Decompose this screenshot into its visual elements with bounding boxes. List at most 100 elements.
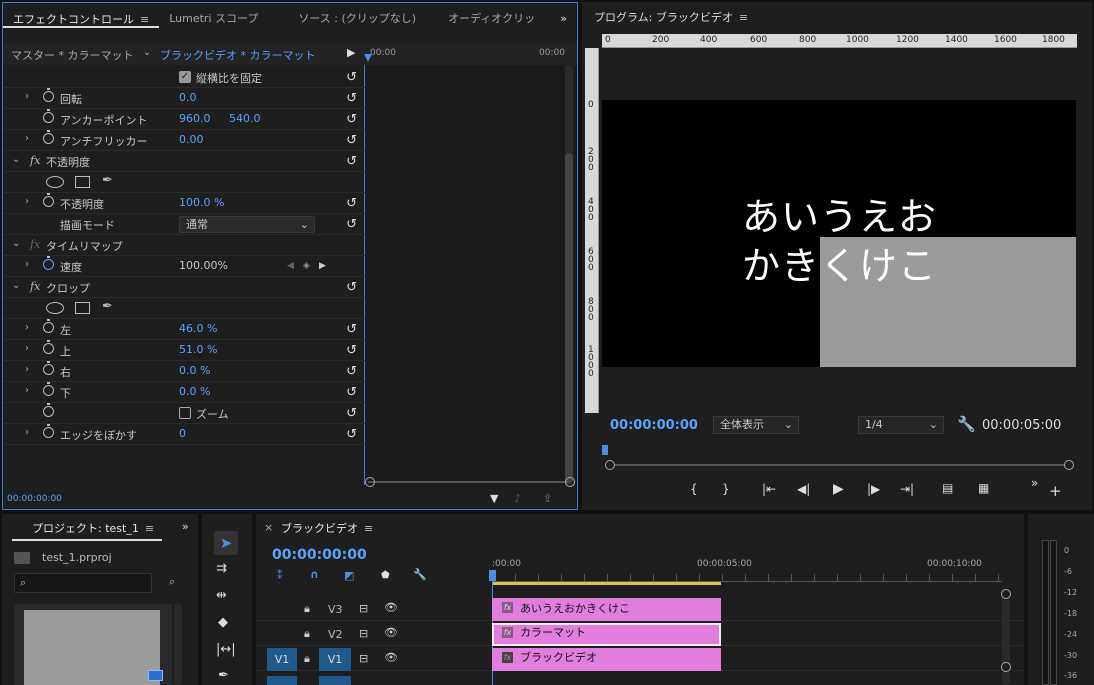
go-to-in-icon[interactable]: |⇤: [762, 482, 776, 496]
playhead-marker-icon[interactable]: [364, 54, 372, 62]
collapse-chevron-icon[interactable]: ⌄: [12, 280, 20, 291]
opacity-section-row[interactable]: ⌄ fx 不透明度 ↺: [3, 151, 365, 172]
expand-chevron-icon[interactable]: ›: [25, 322, 29, 333]
more-tabs-icon[interactable]: »: [550, 12, 577, 25]
expand-chevron-icon[interactable]: ›: [25, 91, 29, 102]
panel-menu-icon[interactable]: ≡: [140, 13, 149, 26]
lock-icon[interactable]: 🔒︎: [304, 602, 310, 616]
ripple-edit-tool-icon[interactable]: ⇹: [216, 588, 227, 603]
more-tabs-icon[interactable]: »: [182, 520, 189, 533]
expand-chevron-icon[interactable]: ›: [25, 343, 29, 354]
effect-controls-timecode[interactable]: 00:00:00:00: [7, 494, 62, 504]
reset-icon[interactable]: ↺: [346, 322, 357, 337]
track-label-v2[interactable]: V2: [328, 628, 343, 641]
sync-lock-icon[interactable]: ⊟: [359, 652, 368, 665]
selection-tool-icon[interactable]: ➤: [214, 531, 238, 555]
expand-chevron-icon[interactable]: ›: [25, 133, 29, 144]
mini-zoom-bar[interactable]: [368, 481, 568, 489]
track-select-tool-icon[interactable]: ⇉: [216, 561, 227, 576]
stopwatch-icon[interactable]: [43, 340, 54, 354]
slip-tool-icon[interactable]: |↔|: [216, 642, 236, 657]
blend-mode-select[interactable]: 通常 ⌄: [179, 216, 315, 233]
source-patch-a1[interactable]: [267, 676, 297, 685]
tab-audio-clip[interactable]: オーディオクリッ: [438, 10, 545, 26]
clip-color-matte[interactable]: fx カラーマット: [492, 623, 721, 646]
timeline-settings-icon[interactable]: 🔧: [413, 568, 427, 581]
crop-bottom-value[interactable]: 0.0 %: [179, 385, 210, 398]
timeline-tab[interactable]: ブラックビデオ ≡: [281, 520, 373, 536]
scrollbar-thumb[interactable]: [565, 153, 573, 483]
lock-icon[interactable]: 🔒︎: [304, 627, 310, 641]
track-a1-target[interactable]: [319, 676, 351, 685]
button-editor-plus-icon[interactable]: +: [1049, 482, 1062, 500]
vscroll-handle-bottom[interactable]: [1001, 662, 1011, 672]
stopwatch-icon[interactable]: [43, 382, 54, 396]
next-keyframe-icon[interactable]: ▶: [319, 261, 326, 271]
fx-icon[interactable]: fx: [30, 280, 40, 293]
program-scrub-bar[interactable]: [610, 464, 1070, 466]
tab-effect-controls[interactable]: エフェクトコントロール ≡: [3, 8, 160, 28]
ellipse-mask-icon[interactable]: [46, 302, 64, 314]
eye-icon[interactable]: 👁︎: [384, 651, 398, 664]
collapse-chevron-icon[interactable]: ⌄: [12, 238, 20, 249]
reset-icon[interactable]: ↺: [346, 343, 357, 358]
overwrite-icon[interactable]: ▦: [978, 481, 989, 495]
wrench-icon[interactable]: 🔧: [957, 415, 976, 433]
reset-icon[interactable]: ↺: [346, 70, 357, 85]
rotation-value[interactable]: 0.0: [179, 91, 197, 104]
go-to-out-icon[interactable]: ⇥|: [900, 482, 914, 496]
fit-select[interactable]: 全体表示 ⌄: [713, 416, 799, 434]
panel-menu-icon[interactable]: ≡: [145, 522, 154, 535]
collapse-chevron-icon[interactable]: ⌄: [12, 154, 20, 165]
stopwatch-icon[interactable]: [43, 88, 54, 102]
stopwatch-icon[interactable]: [43, 424, 54, 438]
stopwatch-icon[interactable]: [43, 130, 54, 144]
pen-mask-icon[interactable]: ✒: [102, 173, 113, 188]
scrub-handle-right[interactable]: [1064, 460, 1074, 470]
timeline-ruler-ticks[interactable]: [492, 574, 1002, 582]
stopwatch-icon[interactable]: [43, 403, 54, 417]
opacity-value[interactable]: 100.0 %: [179, 196, 224, 209]
snap-icon[interactable]: ∩: [310, 568, 319, 581]
track-label-v1[interactable]: V1: [319, 648, 351, 671]
clip-title[interactable]: fx あいうえおかきくけこ: [492, 598, 721, 621]
expand-chevron-icon[interactable]: ›: [25, 385, 29, 396]
tab-source[interactable]: ソース : (クリップなし): [288, 10, 426, 26]
stopwatch-icon[interactable]: [43, 109, 54, 123]
search-input[interactable]: ⌕: [14, 573, 152, 593]
program-timecode[interactable]: 00:00:00:00: [610, 418, 698, 433]
reset-icon[interactable]: ↺: [346, 385, 357, 400]
expand-chevron-icon[interactable]: ›: [25, 259, 29, 270]
play-icon[interactable]: ▶: [833, 481, 844, 497]
reset-icon[interactable]: ↺: [346, 154, 357, 169]
clip-black-video[interactable]: fx ブラックビデオ: [492, 648, 721, 671]
scrub-handle-left[interactable]: [605, 460, 615, 470]
eye-icon[interactable]: 👁︎: [384, 626, 398, 639]
insert-icon[interactable]: ▤: [942, 481, 953, 495]
reset-icon[interactable]: ↺: [346, 133, 357, 148]
expand-chevron-icon[interactable]: ›: [25, 364, 29, 375]
mark-out-icon[interactable]: }: [722, 482, 730, 496]
reset-icon[interactable]: ↺: [346, 364, 357, 379]
mark-in-icon[interactable]: {: [690, 482, 698, 496]
timeline-timecode[interactable]: 00:00:00:00: [272, 547, 367, 563]
track-label-v3[interactable]: V3: [328, 603, 343, 616]
rectangle-mask-icon[interactable]: [75, 302, 90, 314]
razor-tool-icon[interactable]: ◆: [218, 615, 228, 630]
work-area-bar[interactable]: [492, 582, 721, 585]
expand-chevron-icon[interactable]: ›: [25, 427, 29, 438]
project-thumbnail[interactable]: [14, 604, 172, 685]
tab-lumetri-scopes[interactable]: Lumetri スコープ: [159, 10, 268, 26]
video-frame[interactable]: あいうえお かきくけこ: [602, 100, 1076, 367]
anchor-y-value[interactable]: 540.0: [229, 112, 261, 125]
crop-section-row[interactable]: ⌄ fx クロップ ↺: [3, 277, 365, 298]
pen-mask-icon[interactable]: ✒: [102, 299, 113, 314]
export-icon[interactable]: ⇪: [543, 492, 552, 505]
stopwatch-icon[interactable]: [43, 319, 54, 333]
new-bin-search-icon[interactable]: ⌕: [169, 575, 175, 589]
project-tab[interactable]: プロジェクト: test_1 ≡: [12, 520, 163, 541]
stopwatch-icon[interactable]: [43, 193, 54, 207]
timeline-playhead-icon[interactable]: [489, 570, 496, 581]
reset-icon[interactable]: ↺: [346, 91, 357, 106]
source-patch-v1[interactable]: V1: [267, 648, 297, 671]
